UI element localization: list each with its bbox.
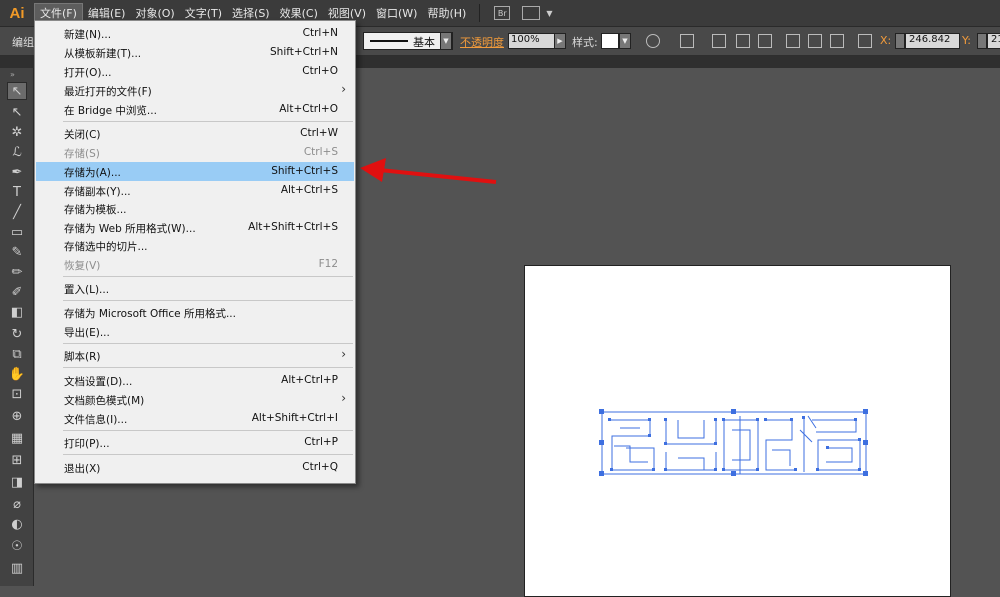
chevron-right-icon: ›: [341, 82, 346, 96]
menu-item-export[interactable]: 导出(E)...: [36, 322, 354, 341]
menu-item-exit[interactable]: 退出(X) Ctrl+Q: [36, 458, 354, 477]
menu-divider: [63, 276, 353, 277]
chevron-right-icon: ›: [341, 347, 346, 361]
menu-item-save-for-office[interactable]: 存储为 Microsoft Office 所用格式...: [36, 303, 354, 322]
menu-item-browse-in-bridge[interactable]: 在 Bridge 中浏览... Alt+Ctrl+O: [36, 100, 354, 119]
chevron-right-icon: ›: [341, 391, 346, 405]
menu-divider: [63, 300, 353, 301]
menu-item-file-info[interactable]: 文件信息(I)... Alt+Shift+Ctrl+I: [36, 409, 354, 428]
menu-item-save-as-template[interactable]: 存储为模板...: [36, 199, 354, 218]
menu-item-print[interactable]: 打印(P)... Ctrl+P: [36, 433, 354, 452]
menu-item-document-setup[interactable]: 文档设置(D)... Alt+Ctrl+P: [36, 371, 354, 390]
menu-item-open-recent[interactable]: 最近打开的文件(F) ›: [36, 81, 354, 100]
menu-item-revert: 恢复(V) F12: [64, 258, 338, 272]
menu-item-place[interactable]: 置入(L)...: [36, 279, 354, 298]
menu-divider: [63, 430, 353, 431]
menu-item-save-selected-slices[interactable]: 存储选中的切片...: [36, 236, 354, 255]
menu-item-close[interactable]: 关闭(C) Ctrl+W: [36, 124, 354, 143]
menu-item-save-as[interactable]: 存储为(A)... Shift+Ctrl+S: [36, 162, 354, 181]
menu-item-new-from-template[interactable]: 从模板新建(T)... Shift+Ctrl+N: [36, 43, 354, 62]
file-menu-dropdown: 新建(N)... Ctrl+N 从模板新建(T)... Shift+Ctrl+N 打…: [34, 20, 356, 484]
menu-divider: [63, 343, 353, 344]
menu-item-save: 存储(S) Ctrl+S: [64, 146, 338, 160]
menu-item-save-for-web[interactable]: 存储为 Web 所用格式(W)... Alt+Shift+Ctrl+S: [36, 218, 354, 237]
menu-divider: [63, 121, 353, 122]
menu-item-document-color-mode[interactable]: 文档颜色模式(M) ›: [36, 390, 354, 409]
menu-divider: [63, 367, 353, 368]
menu-divider: [63, 454, 353, 455]
menu-item-open[interactable]: 打开(O)... Ctrl+O: [36, 62, 354, 81]
menu-item-scripts[interactable]: 脚本(R) ›: [36, 346, 354, 365]
menu-item-save-copy[interactable]: 存储副本(Y)... Alt+Ctrl+S: [36, 181, 354, 200]
menu-item-new[interactable]: 新建(N)... Ctrl+N: [36, 24, 354, 43]
